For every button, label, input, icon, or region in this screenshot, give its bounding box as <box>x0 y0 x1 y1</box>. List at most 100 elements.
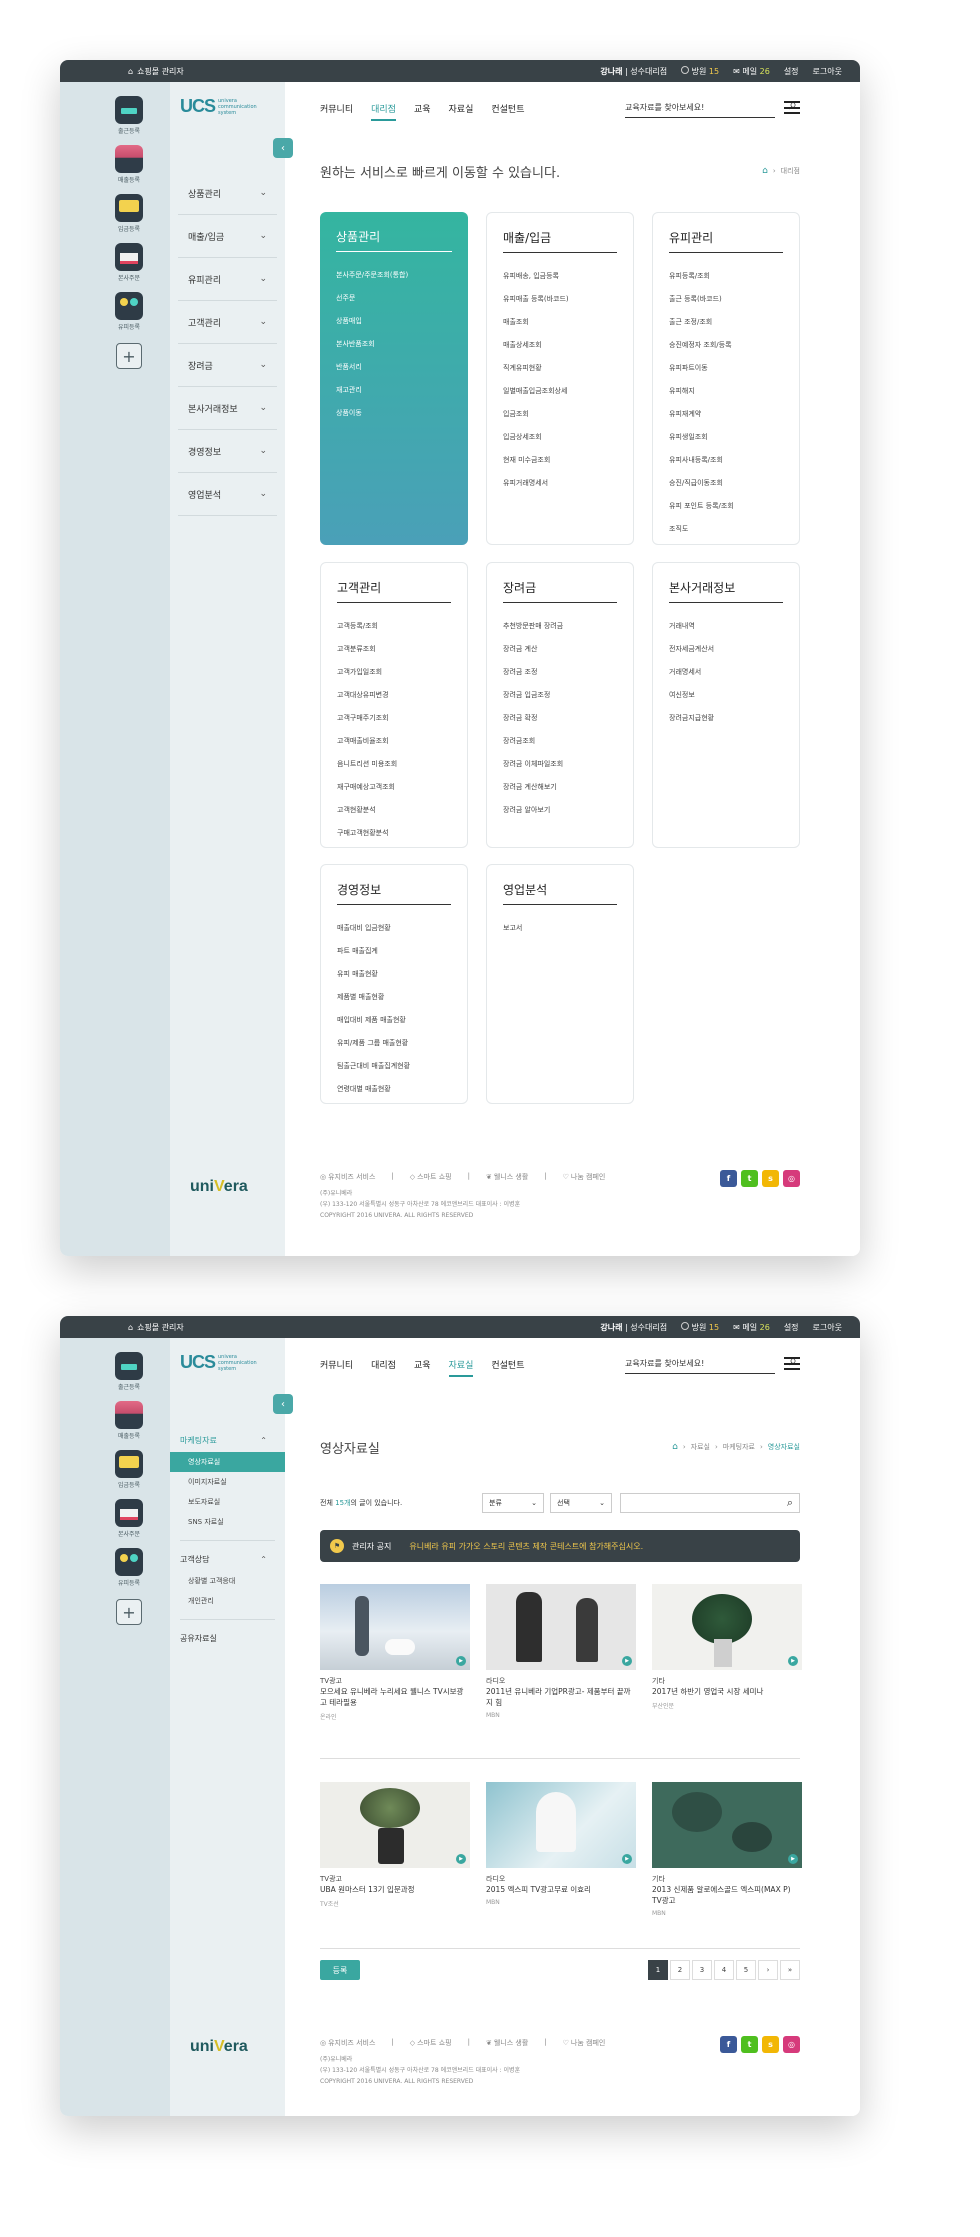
card-link[interactable]: 매출상세조회 <box>503 334 617 357</box>
nav-library[interactable]: 자료실 <box>449 102 474 121</box>
card-link[interactable]: 입금상세조회 <box>503 426 617 449</box>
app-sales[interactable]: 매출등록 <box>115 1401 143 1440</box>
card-link[interactable]: 유피거래명세서 <box>503 472 617 495</box>
video-thumbnail[interactable]: ▶ <box>320 1782 470 1868</box>
menu-item-products[interactable]: 상품관리 ⌄ <box>178 172 277 215</box>
add-app-button[interactable]: + <box>116 343 142 369</box>
submenu-item-video[interactable]: 영상자료실 <box>170 1452 285 1472</box>
app-up[interactable]: 유피등록 <box>115 292 143 331</box>
footer-link-shop[interactable]: ◇ 스마트 쇼핑 <box>410 1172 452 1182</box>
notice-message[interactable]: 유니베라 유피 가가오 스토리 콘텐츠 제작 콘테스트에 참가해주십시오. <box>409 1541 643 1552</box>
card-link[interactable]: 재구매예상고객조회 <box>337 776 451 799</box>
card-link[interactable]: 유피/제품 그룹 매출현황 <box>337 1032 451 1055</box>
menu-item-hq-trade[interactable]: 본사거래정보 ⌄ <box>178 387 277 430</box>
mail-indicator[interactable]: ✉ 메일 26 <box>733 66 770 77</box>
ucs-logo[interactable]: UCS univera communication system <box>180 1352 257 1373</box>
app-sales[interactable]: 매출등록 <box>115 145 143 184</box>
submenu-group-marketing[interactable]: 마케팅자료 ⌃ <box>170 1430 285 1452</box>
nav-community[interactable]: 커뮤니티 <box>320 1358 353 1377</box>
app-order[interactable]: 본사주문 <box>115 1499 143 1538</box>
card-link[interactable]: 추천방문판매 장려금 <box>503 615 617 638</box>
card-link[interactable]: 상품매입 <box>336 310 452 333</box>
card-link[interactable]: 선주문 <box>336 287 452 310</box>
card-link[interactable]: 보고서 <box>503 917 617 940</box>
footer-link-wellness[interactable]: ❦ 웰니스 생활 <box>486 2038 528 2048</box>
card-link[interactable]: 매출대비 입금현황 <box>337 917 451 940</box>
card-link[interactable]: 팀출근대비 매출집계현황 <box>337 1055 451 1078</box>
card-link[interactable]: 여신정보 <box>669 684 783 707</box>
video-title[interactable]: 2015 엑스피 TV광고무료 이효리 <box>486 1884 636 1895</box>
video-card[interactable]: ▶ TV광고 UBA 원마스터 13기 입문과정 TV조선 <box>320 1782 470 1908</box>
card-link[interactable]: 장려금 이체파일조회 <box>503 753 617 776</box>
video-thumbnail[interactable]: ▶ <box>652 1584 802 1670</box>
menu-item-sales[interactable]: 매출/입금 ⌄ <box>178 215 277 258</box>
point-indicator[interactable]: 방원 15 <box>681 65 719 77</box>
card-link[interactable]: 유피생일조회 <box>669 426 783 449</box>
footer-link-campaign[interactable]: ♡ 나눔 캠페인 <box>563 1172 606 1182</box>
menu-item-incentive[interactable]: 장려금 ⌄ <box>178 344 277 387</box>
page-button[interactable]: 4 <box>714 1960 734 1980</box>
app-deposit[interactable]: 입금등록 <box>115 1450 143 1489</box>
nav-education[interactable]: 교육 <box>414 102 431 121</box>
card-link[interactable]: 연령대별 매출현황 <box>337 1078 451 1101</box>
shop-admin-link[interactable]: 쇼핑몰 관리자 <box>137 66 184 77</box>
page-button[interactable]: 2 <box>670 1960 690 1980</box>
app-order[interactable]: 본사주문 <box>115 243 143 282</box>
menu-item-customers[interactable]: 고객관리 ⌄ <box>178 301 277 344</box>
card-link[interactable]: 입금조회 <box>503 403 617 426</box>
card-link[interactable]: 유피배송, 입금등록 <box>503 265 617 288</box>
collapse-menu-button[interactable]: ‹ <box>273 138 293 158</box>
card-link[interactable]: 전자세금계산서 <box>669 638 783 661</box>
search-input[interactable]: 교육자료를 찾아보세요! ⌕ <box>625 1354 797 1374</box>
card-link[interactable]: 장려금 계산해보기 <box>503 776 617 799</box>
video-thumbnail[interactable]: ▶ <box>320 1584 470 1670</box>
option-select[interactable]: 선택 ⌄ <box>550 1493 612 1513</box>
video-card[interactable]: ▶ TV광고 모으세요 유니베라 누리세요 웰니스 TV시보광고 테라필용 온라… <box>320 1584 470 1721</box>
collapse-menu-button[interactable]: ‹ <box>273 1394 293 1414</box>
app-checkin[interactable]: 출근등록 <box>115 96 143 135</box>
card-link[interactable]: 출근 조정/조회 <box>669 311 783 334</box>
card-link[interactable]: 승진/직급이동조회 <box>669 472 783 495</box>
facebook-icon[interactable]: f <box>720 2036 737 2053</box>
nav-library[interactable]: 자료실 <box>448 1358 474 1377</box>
card-link[interactable]: 거래내역 <box>669 615 783 638</box>
card-link[interactable]: 매입대비 제품 매출현황 <box>337 1009 451 1032</box>
kakaostory-icon[interactable]: s <box>762 1170 779 1187</box>
submenu-item-situation[interactable]: 상황별 고객응대 <box>170 1571 285 1591</box>
card-link[interactable]: 제품별 매출현황 <box>337 986 451 1009</box>
card-link[interactable]: 고객현황분석 <box>337 799 451 822</box>
footer-link-biz[interactable]: ◎ 유지비즈 서비스 <box>320 2038 375 2048</box>
search-input[interactable]: 교육자료를 찾아보세요! ⌕ <box>625 98 797 118</box>
home-icon[interactable]: ⌂ <box>672 1442 678 1452</box>
video-thumbnail[interactable]: ▶ <box>486 1584 636 1670</box>
card-link[interactable]: 장려금지급현황 <box>669 707 783 730</box>
nav-community[interactable]: 커뮤니티 <box>320 102 353 121</box>
app-deposit[interactable]: 입금등록 <box>115 194 143 233</box>
page-button[interactable]: 3 <box>692 1960 712 1980</box>
nav-consultant[interactable]: 컨설턴트 <box>491 102 524 121</box>
card-link[interactable]: 유피해지 <box>669 380 783 403</box>
card-link[interactable]: 고객가입일조회 <box>337 661 451 684</box>
app-up[interactable]: 유피등록 <box>115 1548 143 1587</box>
card-link[interactable]: 출근 등록(바코드) <box>669 288 783 311</box>
card-link[interactable]: 유피파트이동 <box>669 357 783 380</box>
logout-link[interactable]: 로그아웃 <box>813 1322 842 1333</box>
card-link[interactable]: 고객등록/조회 <box>337 615 451 638</box>
video-title[interactable]: 2011년 유니베라 기업PR광고- 제품부터 끝까지 힘 <box>486 1686 636 1708</box>
video-title[interactable]: 2013 신제품 알로에스골드 엑스피(MAX P) TV광고 <box>652 1884 802 1906</box>
card-link[interactable]: 음니트리션 미용조회 <box>337 753 451 776</box>
card-link[interactable]: 반품서리 <box>336 356 452 379</box>
card-link[interactable]: 장려금 알아보기 <box>503 799 617 822</box>
card-link[interactable]: 유피 매출현황 <box>337 963 451 986</box>
footer-link-wellness[interactable]: ❦ 웰니스 생활 <box>486 1172 528 1182</box>
kakaotalk-icon[interactable]: t <box>741 2036 758 2053</box>
nav-education[interactable]: 교육 <box>414 1358 431 1377</box>
next-page-button[interactable]: › <box>758 1960 778 1980</box>
point-indicator[interactable]: 방원 15 <box>681 1321 719 1333</box>
menu-item-management[interactable]: 경영정보 ⌄ <box>178 430 277 473</box>
home-icon[interactable]: ⌂ <box>762 166 768 176</box>
instagram-icon[interactable]: ◎ <box>783 1170 800 1187</box>
facebook-icon[interactable]: f <box>720 1170 737 1187</box>
nav-dealer[interactable]: 대리점 <box>371 1358 396 1377</box>
card-link[interactable]: 직계유피현황 <box>503 357 617 380</box>
